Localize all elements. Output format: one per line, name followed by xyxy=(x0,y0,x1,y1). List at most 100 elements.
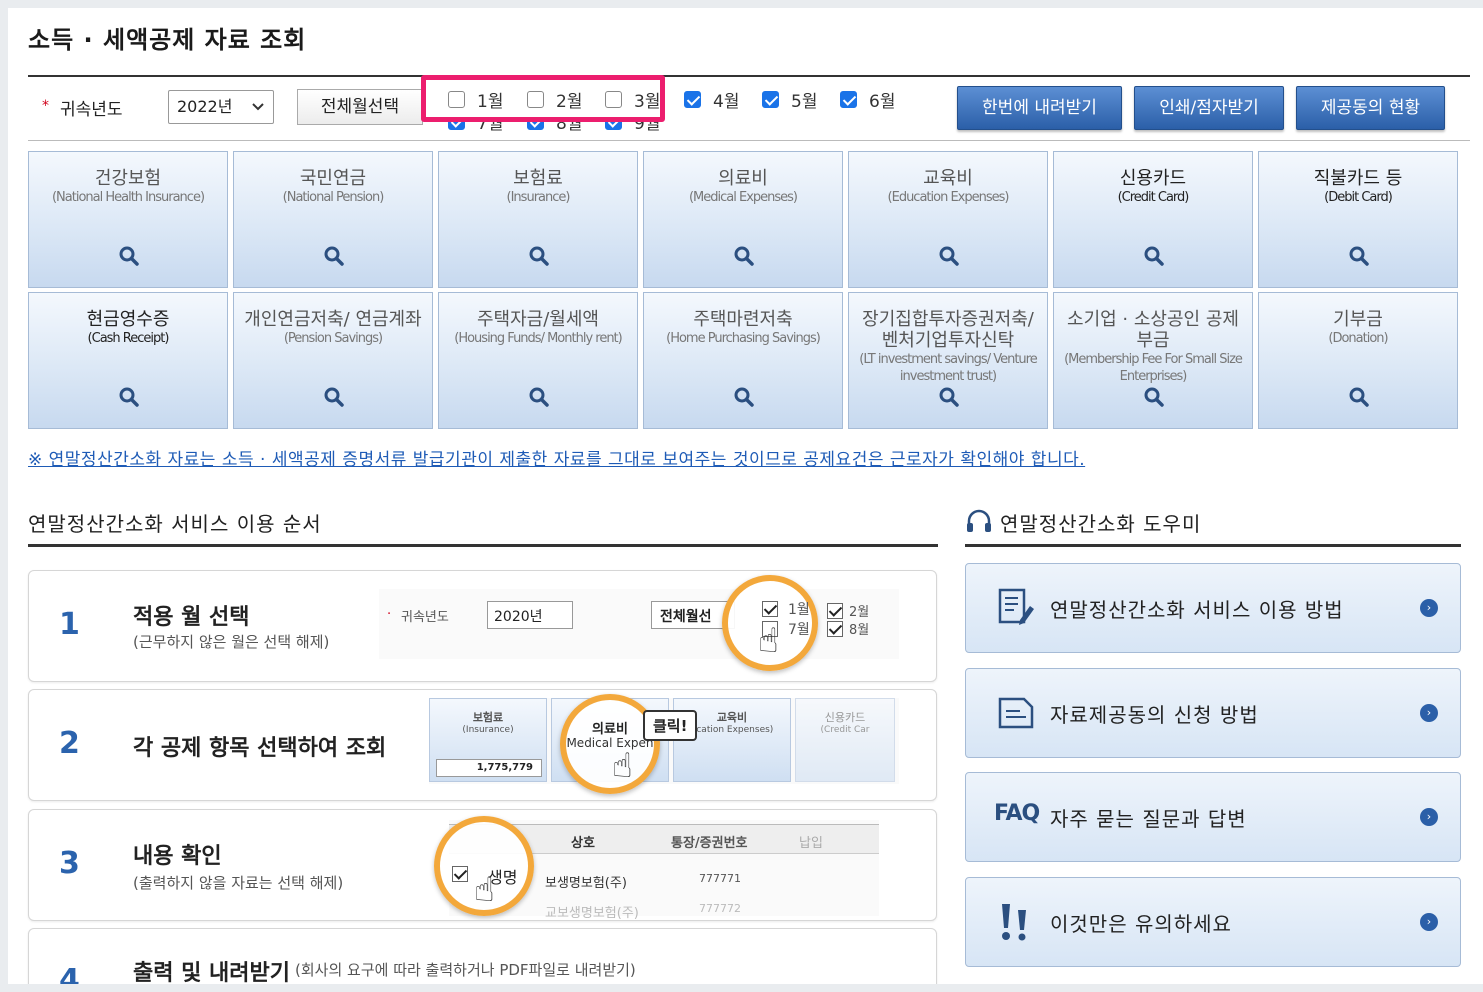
year-select[interactable]: 2022년 xyxy=(168,90,274,124)
illustration-month: 1월 xyxy=(788,602,810,618)
month-checkbox[interactable]: 4월 xyxy=(684,87,739,112)
zoom-lens: 의료비 Medical Expen ☝ xyxy=(560,694,660,794)
search-icon[interactable] xyxy=(1143,386,1165,408)
category-tile[interactable]: 소기업 · 소상공인 공제부금 (Membership Fee For Small… xyxy=(1053,292,1253,429)
category-tile[interactable]: 기부금 (Donation) xyxy=(1258,292,1458,429)
consent-status-button[interactable]: 제공동의 현황 xyxy=(1296,86,1445,130)
download-all-button[interactable]: 한번에 내려받기 xyxy=(957,86,1122,130)
year-label: 귀속년도 xyxy=(60,100,123,120)
category-name: 주택마련저축 xyxy=(693,309,793,330)
month-label: 1월 xyxy=(477,92,504,112)
helper-label: 이것만은 유의하세요 xyxy=(1050,912,1232,936)
illustration-year-select: 2020년 xyxy=(487,601,573,629)
category-name-en: (Debit Card) xyxy=(1324,190,1393,205)
step-number: 3 xyxy=(59,846,80,881)
search-icon[interactable] xyxy=(1348,245,1370,267)
illustration-cell: 보생명보험(주) xyxy=(545,876,627,891)
checkbox-checked[interactable] xyxy=(762,91,779,108)
zoom-lens: 생명 ☝ xyxy=(434,816,534,916)
search-icon[interactable] xyxy=(1348,386,1370,408)
checkbox-unchecked[interactable] xyxy=(527,91,544,108)
year-select-value: 2022년 xyxy=(177,97,233,116)
category-name-en: (Insurance) xyxy=(506,190,571,205)
month-checkbox[interactable]: 2월 xyxy=(527,87,582,112)
category-tile[interactable]: 신용카드 (Credit Card) xyxy=(1053,151,1253,288)
search-icon[interactable] xyxy=(323,245,345,267)
category-tile[interactable]: 장기집합투자증권저축/ 벤처기업투자신탁 (LT investment savin… xyxy=(848,292,1048,429)
category-tile[interactable]: 건강보험 (National Health Insurance) xyxy=(28,151,228,288)
step-title: 적용 월 선택 xyxy=(133,605,250,630)
illustration-month: 2월 xyxy=(849,605,870,620)
select-all-months-button[interactable]: 전체월선택 xyxy=(297,89,423,125)
month-checkboxes: 1월 2월 3월 4월 5월 6월 7월 8월 9월 xyxy=(438,85,908,137)
illustration-checkbox xyxy=(762,601,778,617)
category-name: 직불카드 등 xyxy=(1313,168,1403,189)
category-tile[interactable]: 현금영수증 (Cash Receipt) xyxy=(28,292,228,429)
steps-section-divider xyxy=(28,544,938,547)
filter-bar: * 귀속년도 2022년 전체월선택 1월 2월 3월 4월 5월 6월 7월 8월 9월 한… xyxy=(28,75,1470,141)
search-icon[interactable] xyxy=(1143,245,1165,267)
category-tile[interactable]: 교육비 (Education Expenses) xyxy=(848,151,1048,288)
search-icon[interactable] xyxy=(528,386,550,408)
arrow-right-icon: › xyxy=(1420,913,1438,931)
checkbox-unchecked[interactable] xyxy=(605,91,622,108)
month-checkbox[interactable]: 3월 xyxy=(605,87,660,112)
category-name-en: (Donation) xyxy=(1328,331,1388,346)
document-icon xyxy=(996,691,1036,735)
month-checkbox[interactable]: 7월 xyxy=(448,119,503,133)
category-name: 국민연금 xyxy=(299,168,367,189)
illustration-tile-en: (Credit Car xyxy=(820,725,870,735)
category-tile[interactable]: 주택자금/월세액 (Housing Funds/ Monthly rent) xyxy=(438,292,638,429)
illustration-month: 7월 xyxy=(788,622,810,638)
step-2: 2 각 공제 항목 선택하여 조회 보험료 (Insurance) 1,775,… xyxy=(28,689,937,801)
search-icon[interactable] xyxy=(733,386,755,408)
step-desc: (회사의 요구에 따라 출력하거나 PDF파일로 내려받기) xyxy=(295,961,636,979)
helper-consent-guide-button[interactable]: 자료제공동의 신청 방법 › xyxy=(965,668,1461,758)
checkbox-checked[interactable] xyxy=(605,119,622,130)
search-icon[interactable] xyxy=(733,245,755,267)
exclamation-icon xyxy=(996,900,1036,944)
month-checkbox[interactable]: 6월 xyxy=(840,87,895,112)
month-label: 6월 xyxy=(869,92,896,112)
category-name-en: (Medical Expenses) xyxy=(688,190,798,205)
month-checkbox[interactable]: 1월 xyxy=(448,87,503,112)
checkbox-checked[interactable] xyxy=(684,91,701,108)
illustration-month: 8월 xyxy=(849,623,870,638)
hand-pointer-icon: ☝ xyxy=(612,746,633,786)
category-tile[interactable]: 개인연금저축/ 연금계좌 (Pension Savings) xyxy=(233,292,433,429)
helper-faq-button[interactable]: FAQ 자주 묻는 질문과 답변 › xyxy=(965,772,1461,862)
checkbox-checked[interactable] xyxy=(840,91,857,108)
category-tile[interactable]: 국민연금 (National Pension) xyxy=(233,151,433,288)
category-tile[interactable]: 의료비 (Medical Expenses) xyxy=(643,151,843,288)
helper-usage-guide-button[interactable]: 연말정산간소화 서비스 이용 방법 › xyxy=(965,563,1461,653)
notice-link[interactable]: ※ 연말정산간소화 자료는 소득 · 세액공제 증명서류 발급기관이 제출한 자… xyxy=(28,445,1085,470)
month-checkbox[interactable]: 9월 xyxy=(605,119,660,133)
month-checkbox[interactable]: 5월 xyxy=(762,87,817,112)
search-icon[interactable] xyxy=(118,386,140,408)
illustration-tile: 신용카드 (Credit Car xyxy=(795,698,895,782)
helper-caution-button[interactable]: 이것만은 유의하세요 › xyxy=(965,877,1461,967)
page: 소득 · 세액공제 자료 조회 * 귀속년도 2022년 전체월선택 1월 2월 3… xyxy=(8,8,1483,984)
category-name-en: (Home Purchasing Savings) xyxy=(666,331,821,346)
search-icon[interactable] xyxy=(528,245,550,267)
checkbox-checked[interactable] xyxy=(527,119,544,130)
illustration-tile-ko: 의료비 xyxy=(592,722,628,737)
helper-label: 자료제공동의 신청 방법 xyxy=(1050,703,1259,727)
illustration-tile: 보험료 (Insurance) 1,775,779 xyxy=(429,698,547,782)
print-braille-button[interactable]: 인쇄/점자받기 xyxy=(1134,86,1284,130)
checkbox-checked[interactable] xyxy=(448,119,465,130)
month-checkbox[interactable]: 8월 xyxy=(527,119,582,133)
search-icon[interactable] xyxy=(323,386,345,408)
search-icon[interactable] xyxy=(938,386,960,408)
month-label: 3월 xyxy=(634,92,661,112)
search-icon[interactable] xyxy=(118,245,140,267)
helper-label: 자주 묻는 질문과 답변 xyxy=(1050,807,1247,831)
arrow-right-icon: › xyxy=(1420,599,1438,617)
category-name: 개인연금저축/ 연금계좌 xyxy=(244,309,422,330)
search-icon[interactable] xyxy=(938,245,960,267)
checkbox-unchecked[interactable] xyxy=(448,91,465,108)
month-label: 4월 xyxy=(713,92,740,112)
category-tile[interactable]: 보험료 (Insurance) xyxy=(438,151,638,288)
category-tile[interactable]: 주택마련저축 (Home Purchasing Savings) xyxy=(643,292,843,429)
category-tile[interactable]: 직불카드 등 (Debit Card) xyxy=(1258,151,1458,288)
